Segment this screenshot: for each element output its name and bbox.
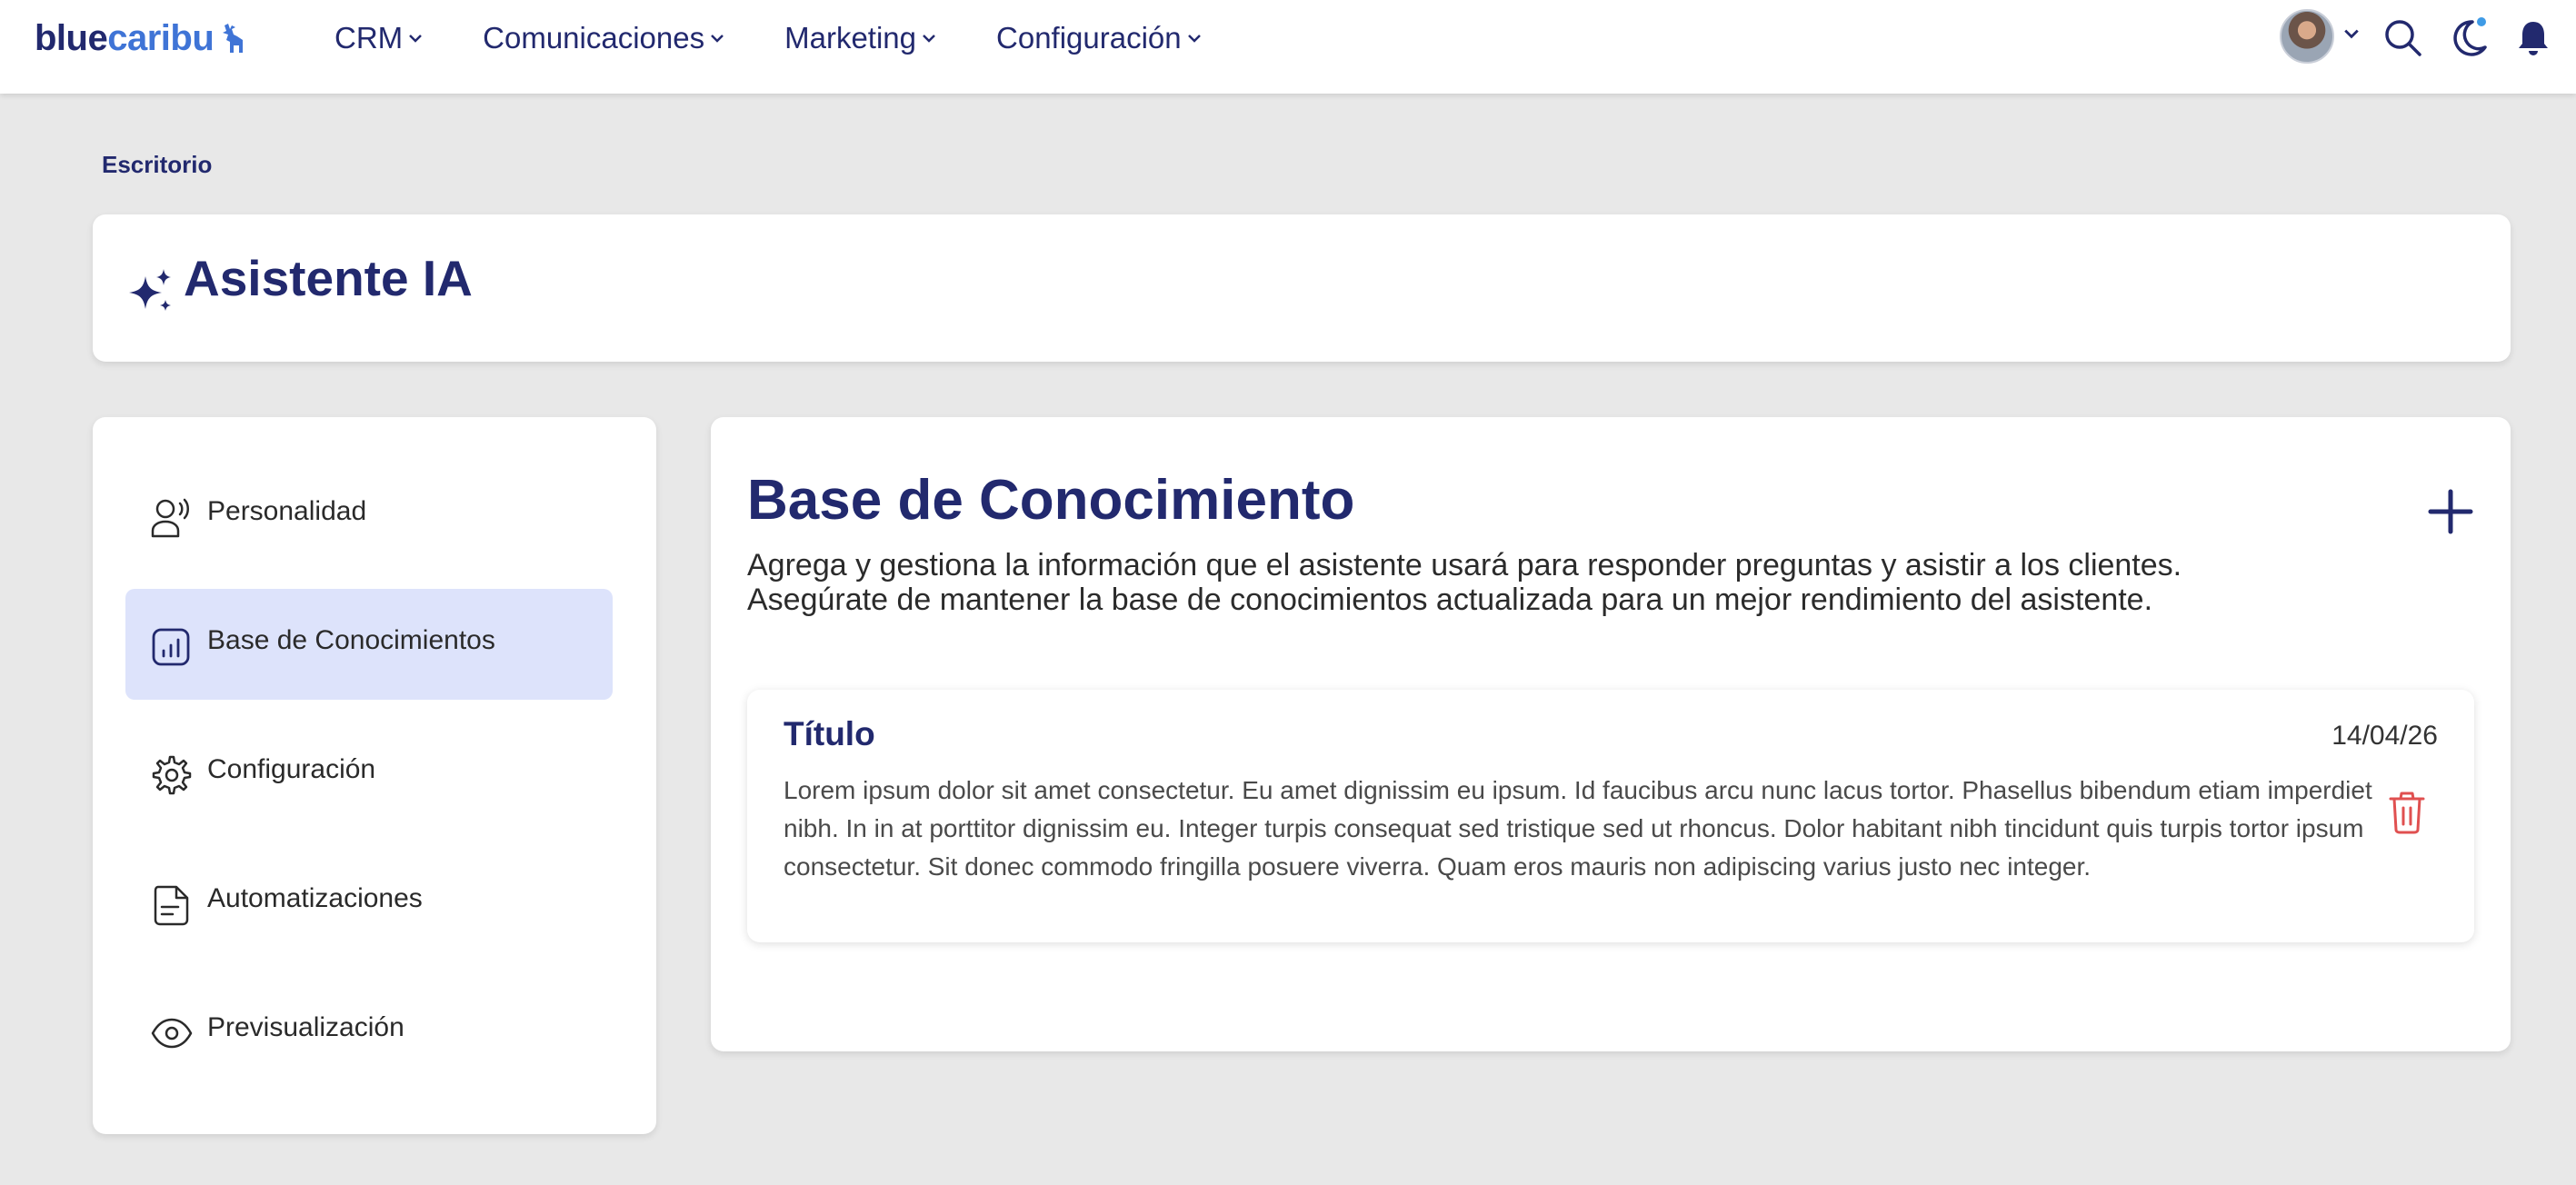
sidebar-item-configuracion[interactable]: Configuración [125, 718, 613, 829]
sidebar-item-automatizaciones[interactable]: Automatizaciones [125, 847, 613, 958]
brand-name-part2: caribu [107, 17, 215, 58]
brand-name-part1: blue [35, 17, 108, 58]
chevron-down-icon [711, 35, 724, 43]
description-line-2: Asegúrate de mantener la base de conocim… [747, 583, 2153, 617]
gear-icon [152, 755, 192, 795]
caribou-logo-icon [223, 24, 244, 53]
page-title: Asistente IA [184, 250, 473, 306]
user-avatar[interactable] [2280, 9, 2334, 64]
entry-body: Lorem ipsum dolor sit amet consectetur. … [784, 776, 2372, 881]
sidebar-item-personalidad[interactable]: Personalidad [125, 460, 613, 571]
nav-label: CRM [334, 21, 404, 55]
chart-icon [152, 628, 190, 666]
section-title: Base de Conocimiento [747, 469, 1355, 532]
nav-label: Marketing [784, 21, 917, 55]
knowledge-base-panel: Base de Conocimiento Agrega y gestiona l… [711, 417, 2511, 1051]
nav-item-comunicaciones[interactable]: Comunicaciones [483, 21, 724, 55]
sidebar-item-label: Automatizaciones [207, 883, 423, 913]
breadcrumb[interactable]: Escritorio [102, 151, 212, 179]
knowledge-entry-card[interactable]: Título 14/04/26 Lorem ipsum dolor sit am… [747, 690, 2474, 942]
chevron-down-icon[interactable] [2343, 27, 2360, 40]
chevron-down-icon [923, 35, 935, 43]
page-header-card: Asistente IA [93, 214, 2511, 362]
sidebar-item-label: Configuración [207, 754, 376, 784]
description-line-1: Agrega y gestiona la información que el … [747, 548, 2182, 583]
nav-item-crm[interactable]: CRM [334, 21, 423, 55]
nav-label: Comunicaciones [483, 21, 705, 55]
bell-icon[interactable] [2516, 18, 2551, 58]
moon-icon[interactable] [2451, 16, 2491, 58]
sidebar-item-label: Previsualización [207, 1012, 404, 1042]
chevron-down-icon [1187, 35, 1201, 43]
trash-icon[interactable] [2387, 790, 2427, 835]
chevron-down-icon [409, 35, 423, 43]
settings-sidebar: Personalidad Base de Conocimientos Confi… [93, 417, 656, 1134]
sidebar-item-base-de-conocimientos[interactable]: Base de Conocimientos [125, 589, 613, 700]
sidebar-item-label: Base de Conocimientos [207, 625, 495, 655]
sparkles-icon [129, 269, 171, 311]
top-navbar: blue caribu CRM Comunicaciones Marketing … [0, 0, 2576, 94]
entry-title: Título [784, 715, 875, 752]
brand-logo[interactable]: blue caribu [35, 16, 248, 60]
nav-item-configuracion[interactable]: Configuración [996, 21, 1202, 55]
document-icon [154, 885, 189, 926]
eye-icon [151, 1018, 193, 1049]
main-nav: CRM Comunicaciones Marketing Configuraci… [334, 16, 1262, 60]
nav-label: Configuración [996, 21, 1182, 55]
person-voice-icon [151, 498, 189, 538]
sidebar-item-label: Personalidad [207, 496, 367, 526]
section-description: Agrega y gestiona la información que el … [747, 548, 2383, 617]
nav-item-marketing[interactable]: Marketing [784, 21, 936, 55]
sidebar-item-previsualizacion[interactable]: Previsualización [125, 976, 613, 1087]
search-icon[interactable] [2383, 18, 2423, 58]
add-entry-button[interactable] [2427, 488, 2474, 535]
breadcrumb-item-escritorio[interactable]: Escritorio [102, 151, 212, 178]
entry-date: 14/04/26 [2331, 721, 2438, 751]
